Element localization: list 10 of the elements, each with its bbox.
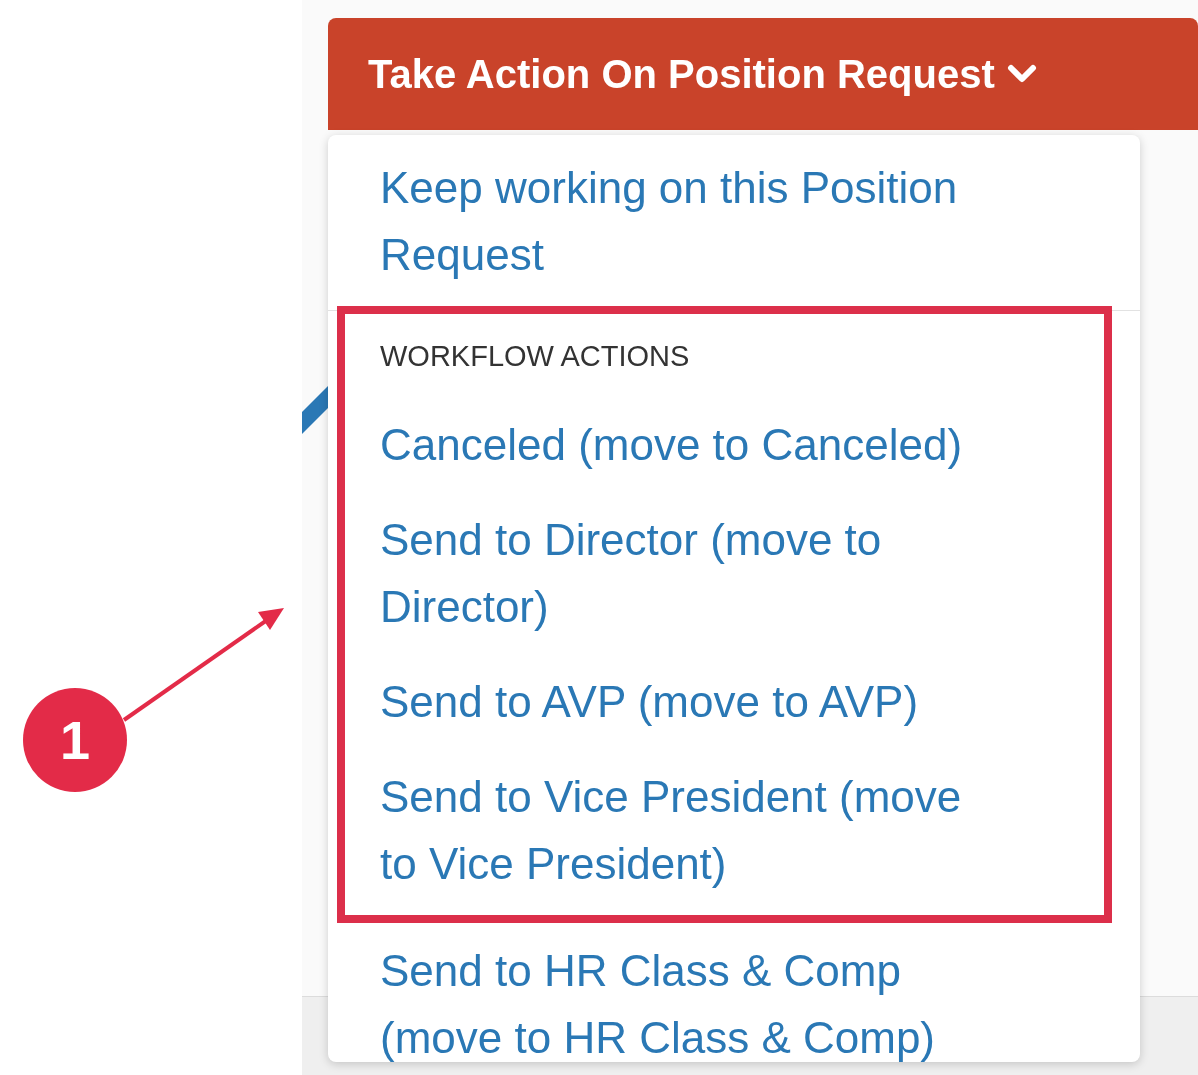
menu-item[interactable]: Send to HR Class & Comp (move to HR Class & Comp) — [328, 923, 1010, 1075]
chevron-down-icon — [1006, 64, 1037, 84]
menu-item[interactable]: Send to AVP (move to AVP) — [380, 654, 1010, 749]
menu-item[interactable]: Canceled (move to Canceled) — [380, 397, 1010, 492]
button-label: Take Action On Position Request — [368, 51, 995, 98]
menu-item[interactable]: Keep working on this Position Request — [328, 154, 1010, 310]
menu-item[interactable]: Send to Director (move to Director) — [380, 492, 1010, 654]
dropdown-button[interactable]: Take Action On Position Request — [328, 18, 1198, 130]
menu-item[interactable]: Send to Vice President (move to Vice President) — [380, 749, 1010, 911]
section-heading: WORKFLOW ACTIONS — [380, 339, 691, 374]
